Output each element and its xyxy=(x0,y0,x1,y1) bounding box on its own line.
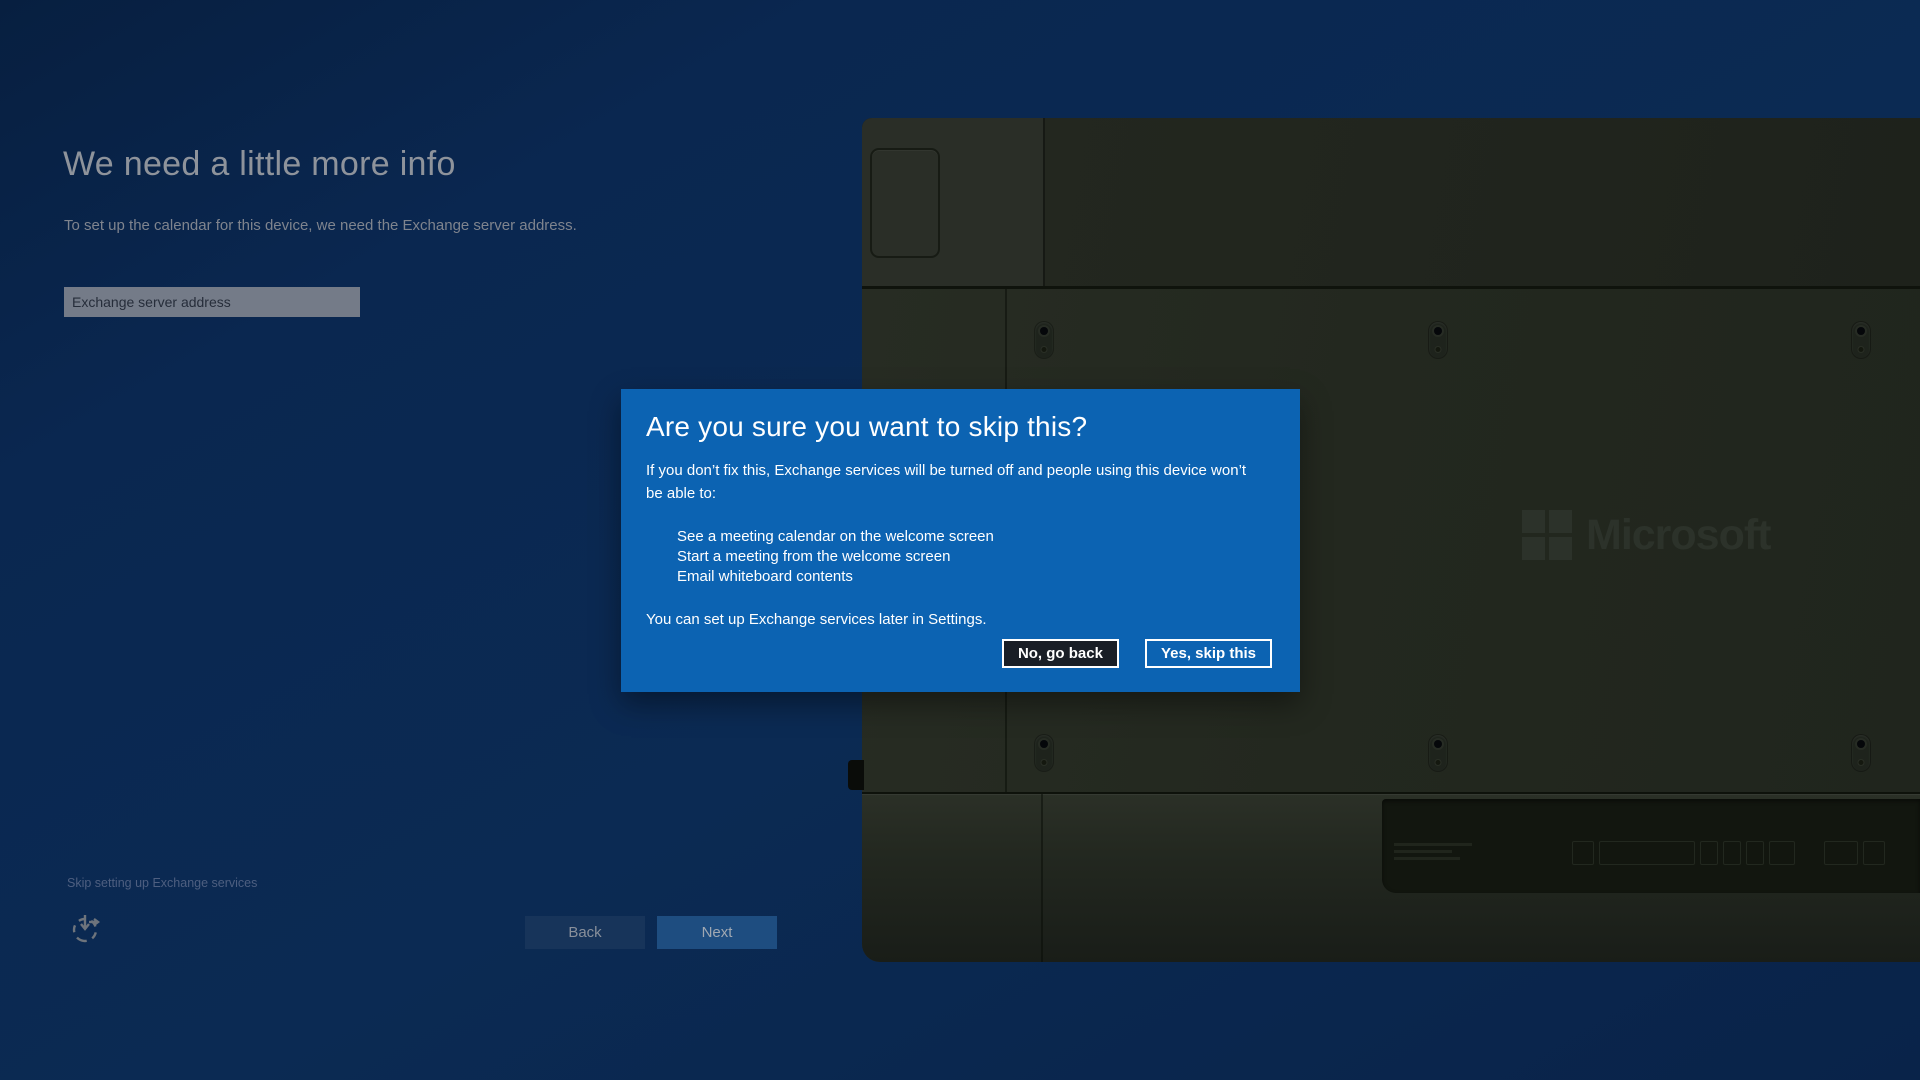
device-connector-stub xyxy=(848,760,864,790)
microsoft-wordmark: Microsoft xyxy=(1586,511,1771,560)
dialog-title: Are you sure you want to skip this? xyxy=(646,411,1275,443)
device-seam xyxy=(1041,794,1043,962)
regulatory-text xyxy=(1394,843,1472,864)
video-ports-icon-group xyxy=(1599,841,1695,865)
port-icon xyxy=(1700,841,1718,865)
screw-hole xyxy=(1858,346,1865,353)
screw-hole xyxy=(1435,346,1442,353)
screw-hole xyxy=(1857,327,1865,335)
screw-hole xyxy=(1040,740,1048,748)
port-icon xyxy=(1746,841,1764,865)
dialog-consequences-list: See a meeting calendar on the welcome sc… xyxy=(677,527,1275,587)
dialog-buttons: No, go back Yes, skip this xyxy=(1002,639,1272,668)
screw-hole xyxy=(1434,327,1442,335)
sync-clock-icon[interactable] xyxy=(69,911,103,945)
screw-keyhole xyxy=(1429,735,1447,771)
screw-keyhole xyxy=(1429,322,1447,358)
no-go-back-button[interactable]: No, go back xyxy=(1002,639,1119,668)
screw-keyhole xyxy=(1852,322,1870,358)
dialog-body-text: If you don’t fix this, Exchange services… xyxy=(646,459,1261,505)
device-ports-bar xyxy=(1382,799,1920,893)
usb-port-icon xyxy=(1769,841,1795,865)
screw-keyhole xyxy=(1852,735,1870,771)
device-top-panel xyxy=(1043,118,1920,288)
screw-hole xyxy=(1434,740,1442,748)
dialog-footer-text: You can set up Exchange services later i… xyxy=(646,611,1275,628)
list-item: Start a meeting from the welcome screen xyxy=(677,547,1275,567)
yes-skip-this-button[interactable]: Yes, skip this xyxy=(1145,639,1272,668)
screw-hole xyxy=(1858,759,1865,766)
list-item: See a meeting calendar on the welcome sc… xyxy=(677,527,1275,547)
screw-hole xyxy=(1040,327,1048,335)
page-title: We need a little more info xyxy=(63,145,456,184)
screw-hole xyxy=(1857,740,1865,748)
port-icons-row xyxy=(1572,841,1885,865)
microsoft-squares-icon xyxy=(1522,510,1572,560)
screw-keyhole xyxy=(1035,322,1053,358)
exchange-server-address-input[interactable] xyxy=(64,287,360,317)
page-subtitle: To set up the calendar for this device, … xyxy=(64,217,577,234)
oobe-setup-screen: Microsoft We need a little more info To … xyxy=(0,0,1920,1080)
screw-hole xyxy=(1435,759,1442,766)
screw-keyhole xyxy=(1035,735,1053,771)
skip-confirmation-dialog: Are you sure you want to skip this? If y… xyxy=(621,389,1300,692)
screw-hole xyxy=(1041,346,1048,353)
next-button[interactable]: Next xyxy=(657,916,777,949)
device-mount-plate xyxy=(870,148,940,258)
power-port-icon xyxy=(1824,841,1858,865)
ethernet-port-icon xyxy=(1572,841,1594,865)
screw-hole xyxy=(1041,759,1048,766)
skip-exchange-link[interactable]: Skip setting up Exchange services xyxy=(67,876,257,890)
list-item: Email whiteboard contents xyxy=(677,567,1275,587)
microsoft-logo: Microsoft xyxy=(1522,510,1771,560)
port-icon xyxy=(1723,841,1741,865)
back-button[interactable]: Back xyxy=(525,916,645,949)
power-switch-icon xyxy=(1863,841,1885,865)
